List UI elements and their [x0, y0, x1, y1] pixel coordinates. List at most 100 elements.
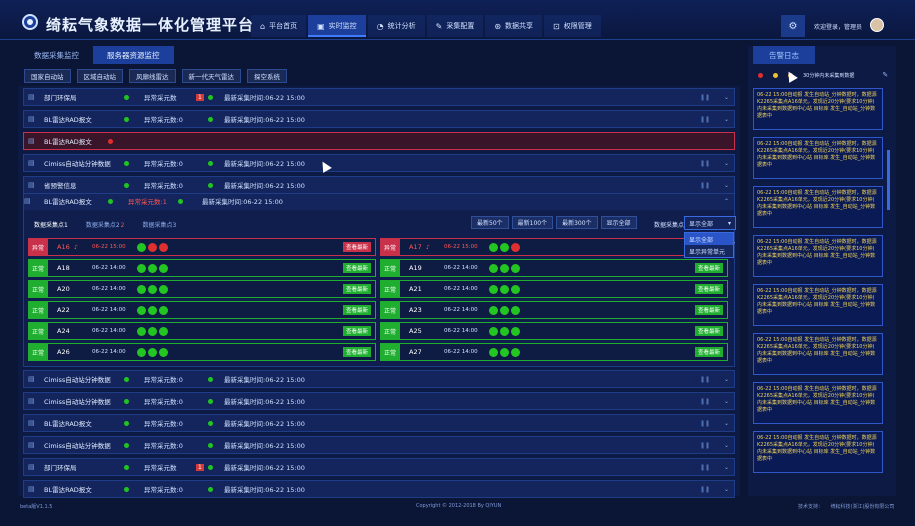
nav-home[interactable]: ⌂ 平台首页 [251, 15, 307, 37]
unit-card[interactable]: 正常 A27 06-22 14:00 查看最新 [380, 343, 728, 361]
nav-share[interactable]: ⊛ 数据共享 [485, 15, 543, 37]
unit-card[interactable]: 正常 A22 06-22 14:00 查看最新 [28, 301, 376, 319]
expand-icon[interactable]: ⌄ [724, 442, 729, 449]
subtab-1[interactable]: 区域自动站 [76, 69, 123, 83]
nav-chart[interactable]: ◔ 统计分析 [367, 15, 425, 37]
pause-icon[interactable]: ❚❚ [700, 464, 710, 471]
unit-card[interactable]: 正常 A20 06-22 14:00 查看最新 [28, 280, 376, 298]
avatar[interactable] [870, 18, 884, 32]
row-name: Cimiss自动站分钟数据 [44, 376, 111, 384]
view-latest-button[interactable]: 查看最新 [694, 347, 723, 357]
tab-data-collection[interactable]: 数据采集监控 [20, 46, 93, 64]
filter-button-0[interactable]: 最新50个 [471, 216, 509, 229]
expand-icon[interactable]: ⌄ [724, 486, 729, 493]
log-entry[interactable]: 06-22 15:00自动报 发生自动站_分钟数据时，数据源K2265采集点A1… [753, 235, 883, 277]
monitor-row[interactable]: ▤ BL雷达RAD报文 异常采元数:0 最新采集时间:06-22 15:00 ❚❚ ⌄ [23, 480, 735, 498]
lock-icon: ⊡ [553, 21, 560, 31]
pause-icon[interactable]: ❚❚ [700, 160, 710, 167]
view-latest-button[interactable]: 查看最新 [342, 305, 371, 315]
collapse-icon[interactable]: ⌃ [724, 198, 729, 205]
view-latest-button[interactable]: 查看最新 [694, 263, 723, 273]
monitor-row[interactable]: ▤ Cimiss自动站分钟数据 异常采元数:0 最新采集时间:06-22 15:00 ❚… [23, 436, 735, 454]
view-latest-button[interactable]: 查看最新 [694, 326, 723, 336]
unit-card[interactable]: 正常 A18 06-22 14:00 查看最新 [28, 259, 376, 277]
expanded-row-header[interactable]: ▤ BL雷达RAD报文 异常采元数:1 最新采集时间:06-22 15:00 ⌃ [24, 192, 734, 210]
nav-lock[interactable]: ⊡ 权限管理 [544, 15, 601, 37]
subtab-4[interactable]: 探空系统 [247, 69, 287, 83]
log-entry[interactable]: 06-22 15:00自动报 发生自动站_分钟数据时，数据源K2265采集点A1… [753, 284, 883, 326]
red-dot-icon[interactable] [758, 72, 763, 78]
unit-card[interactable]: 正常 A21 06-22 14:00 查看最新 [380, 280, 728, 298]
unit-card[interactable]: 正常 A26 06-22 14:00 查看最新 [28, 343, 376, 361]
pause-icon[interactable]: ❚❚ [700, 116, 710, 123]
monitor-row[interactable]: ▤ Cimiss自动站分钟数据 异常采元数:0 最新采集时间:06-22 15:00 ❚… [23, 370, 735, 388]
dropdown-option-1[interactable]: 显示异常单元 [685, 245, 733, 257]
point-tab-2[interactable]: 数据采集点3 [142, 220, 176, 229]
yellow-dot-icon[interactable] [773, 72, 778, 78]
pause-icon[interactable]: ❚❚ [700, 486, 710, 493]
point-tab-1[interactable]: 数据采集点22 [86, 220, 125, 229]
expand-icon[interactable]: ⌄ [724, 376, 729, 383]
tab-server-resources[interactable]: 服务器资源监控 [93, 46, 174, 64]
pause-icon[interactable]: ❚❚ [700, 376, 710, 383]
pause-icon[interactable]: ❚❚ [700, 420, 710, 427]
subtab-2[interactable]: 风廓线雷达 [129, 69, 176, 83]
expand-icon[interactable]: ⌄ [724, 160, 729, 167]
monitor-row[interactable]: ▤ BL雷达RAD报文 异常采元数:0 最新采集时间:06-22 15:00 ❚❚ ⌄ [23, 110, 735, 128]
view-latest-button[interactable]: 查看最新 [342, 284, 371, 294]
log-entry[interactable]: 06-22 15:00自动报 发生自动站_分钟数据时，数据源K2265采集点A1… [753, 186, 883, 228]
unit-card[interactable]: 正常 A19 06-22 14:00 查看最新 [380, 259, 728, 277]
unit-card[interactable]: 正常 A23 06-22 14:00 查看最新 [380, 301, 728, 319]
subtab-3[interactable]: 新一代天气雷达 [181, 69, 241, 83]
log-entry[interactable]: 06-22 15:00自动报 发生自动站_分钟数据时，数据源K2265采集点A1… [753, 137, 883, 179]
status-light [159, 263, 168, 273]
expand-icon[interactable]: ⌄ [724, 94, 729, 101]
pause-icon[interactable]: ❚❚ [700, 442, 710, 449]
dropdown-option-0[interactable]: 显示全部 [685, 233, 733, 245]
monitor-row[interactable]: ▤ BL雷达RAD报文 异常采元数:0 最新采集时间:06-22 15:00 ❚❚ ⌄ [23, 414, 735, 432]
view-latest-button[interactable]: 查看最新 [694, 284, 723, 294]
pause-icon[interactable]: ❚❚ [700, 94, 710, 101]
monitor-row[interactable]: ▤ 省预警信息 异常采元数:0 最新采集时间:06-22 15:00 ❚❚ ⌄ [23, 176, 735, 194]
view-latest-button[interactable]: 查看最新 [342, 242, 371, 252]
edit-icon[interactable]: ✎ [882, 71, 888, 79]
nav-monitor[interactable]: ▣ 实时监控 [308, 15, 366, 37]
monitor-row[interactable]: ▤ BL雷达RAD报文 [23, 132, 735, 150]
expand-icon[interactable]: ⌄ [724, 398, 729, 405]
view-latest-button[interactable]: 查看最新 [342, 347, 371, 357]
expand-icon[interactable]: ⌄ [724, 116, 729, 123]
expand-icon[interactable]: ⌄ [724, 420, 729, 427]
expand-icon[interactable]: ⌄ [724, 464, 729, 471]
subtab-0[interactable]: 国家自动站 [24, 69, 71, 83]
row-name: Cimiss自动站分钟数据 [44, 398, 111, 406]
monitor-row[interactable]: ▤ Cimiss自动站分钟数据 异常采元数:0 最新采集时间:06-22 15:00 ❚… [23, 154, 735, 172]
monitor-row[interactable]: ▤ Cimiss自动站分钟数据 异常采元数:0 最新采集时间:06-22 15:00 ❚… [23, 392, 735, 410]
unit-card[interactable]: 异常 A16 ♪ 06-22 15:00 查看最新 [28, 238, 376, 256]
unit-card[interactable]: 正常 A24 06-22 14:00 查看最新 [28, 322, 376, 340]
log-entry[interactable]: 06-22 15:00自动报 发生自动站_分钟数据时，数据源K2265采集点A1… [753, 431, 883, 473]
unit-card[interactable]: 正常 A25 06-22 14:00 查看最新 [380, 322, 728, 340]
filter-button-3[interactable]: 显示全部 [600, 216, 637, 229]
view-latest-button[interactable]: 查看最新 [694, 305, 723, 315]
pause-icon[interactable]: ❚❚ [700, 398, 710, 405]
monitor-row[interactable]: ▤ 部门环保局 异常采元数 1 最新采集时间:06-22 15:00 ❚❚ ⌄ [23, 88, 735, 106]
pause-icon[interactable]: ❚❚ [700, 182, 710, 189]
monitor-row[interactable]: ▤ 部门环保局 异常采元数 1 最新采集时间:06-22 15:00 ❚❚ ⌄ [23, 458, 735, 476]
settings-button[interactable]: ⚙ [781, 15, 805, 37]
filter-button-2[interactable]: 最新300个 [556, 216, 598, 229]
nav-pen[interactable]: ✎ 采集配置 [426, 15, 484, 37]
view-latest-button[interactable]: 查看最新 [342, 326, 371, 336]
expand-icon[interactable]: ⌄ [724, 182, 729, 189]
log-entry[interactable]: 06-22 15:00自动报 发生自动站_分钟数据时，数据源K2265采集点A1… [753, 382, 883, 424]
unit-status: 异常 [380, 238, 400, 256]
log-scrollbar[interactable] [887, 150, 890, 210]
unit-card[interactable]: 异常 A17 ♪ 06-22 15:00 [380, 238, 728, 256]
view-latest-button[interactable]: 查看最新 [342, 263, 371, 273]
doc-icon: ▤ [28, 441, 35, 449]
point-tab-0[interactable]: 数据采集点1 [34, 220, 68, 229]
unit-time: 06-22 14:00 [92, 286, 126, 292]
display-select[interactable]: 显示全部 [684, 216, 736, 230]
log-entry[interactable]: 06-22 15:00自动报 发生自动站_分钟数据时，数据源K2265采集点A1… [753, 333, 883, 375]
filter-button-1[interactable]: 最新100个 [511, 216, 554, 229]
log-entry[interactable]: 06-22 15:00自动报 发生自动站_分钟数据时，数据源K2265采集点A1… [753, 88, 883, 130]
